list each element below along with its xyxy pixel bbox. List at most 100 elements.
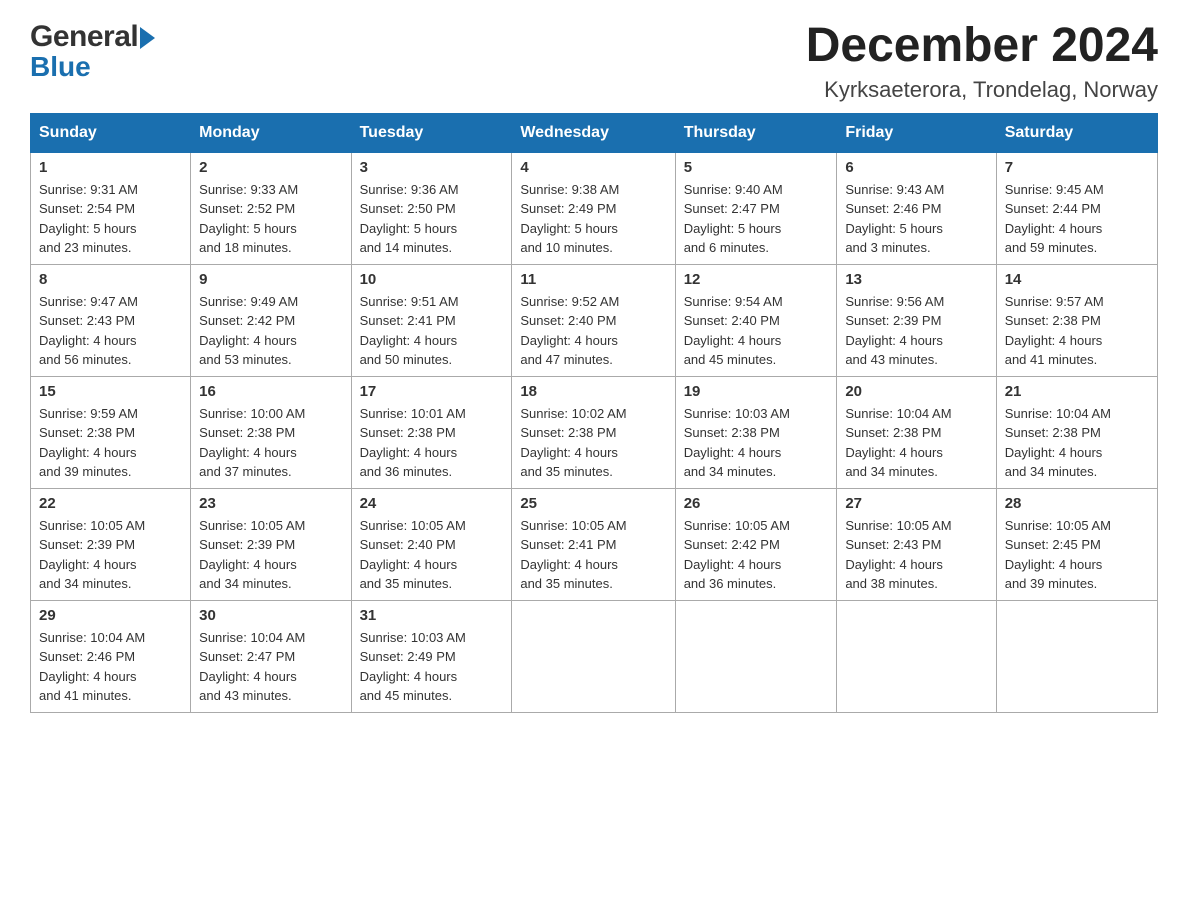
calendar-cell: 19 Sunrise: 10:03 AM Sunset: 2:38 PM Day… bbox=[675, 376, 837, 488]
sunrise-text: Sunrise: 10:03 AM bbox=[684, 406, 790, 421]
sunset-text: Sunset: 2:52 PM bbox=[199, 201, 295, 216]
daylight-text: Daylight: 4 hours bbox=[39, 557, 137, 572]
sunset-text: Sunset: 2:41 PM bbox=[360, 313, 456, 328]
sunset-text: Sunset: 2:42 PM bbox=[199, 313, 295, 328]
daylight-text: Daylight: 4 hours bbox=[360, 333, 458, 348]
sunset-text: Sunset: 2:38 PM bbox=[520, 425, 616, 440]
col-friday: Friday bbox=[837, 113, 996, 152]
day-number: 1 bbox=[39, 159, 182, 176]
day-number: 14 bbox=[1005, 271, 1149, 288]
sunset-text: Sunset: 2:38 PM bbox=[199, 425, 295, 440]
day-info: Sunrise: 9:38 AM Sunset: 2:49 PM Dayligh… bbox=[520, 180, 666, 258]
sunset-text: Sunset: 2:39 PM bbox=[845, 313, 941, 328]
day-info: Sunrise: 10:05 AM Sunset: 2:43 PM Daylig… bbox=[845, 516, 987, 594]
day-info: Sunrise: 10:05 AM Sunset: 2:45 PM Daylig… bbox=[1005, 516, 1149, 594]
sunset-text: Sunset: 2:38 PM bbox=[1005, 313, 1101, 328]
daylight-text: Daylight: 4 hours bbox=[845, 333, 943, 348]
calendar-cell: 28 Sunrise: 10:05 AM Sunset: 2:45 PM Day… bbox=[996, 488, 1157, 600]
daylight-text: Daylight: 5 hours bbox=[845, 221, 943, 236]
day-number: 16 bbox=[199, 383, 342, 400]
day-number: 8 bbox=[39, 271, 182, 288]
sunset-text: Sunset: 2:54 PM bbox=[39, 201, 135, 216]
sunrise-text: Sunrise: 10:05 AM bbox=[360, 518, 466, 533]
calendar-cell: 9 Sunrise: 9:49 AM Sunset: 2:42 PM Dayli… bbox=[191, 264, 351, 376]
sunrise-text: Sunrise: 9:31 AM bbox=[39, 182, 138, 197]
day-info: Sunrise: 9:43 AM Sunset: 2:46 PM Dayligh… bbox=[845, 180, 987, 258]
day-number: 21 bbox=[1005, 383, 1149, 400]
sunrise-text: Sunrise: 10:04 AM bbox=[199, 630, 305, 645]
daylight-text: Daylight: 4 hours bbox=[1005, 445, 1103, 460]
day-info: Sunrise: 10:05 AM Sunset: 2:39 PM Daylig… bbox=[199, 516, 342, 594]
day-number: 28 bbox=[1005, 495, 1149, 512]
day-info: Sunrise: 10:04 AM Sunset: 2:38 PM Daylig… bbox=[1005, 404, 1149, 482]
sunrise-text: Sunrise: 9:49 AM bbox=[199, 294, 298, 309]
calendar-cell: 6 Sunrise: 9:43 AM Sunset: 2:46 PM Dayli… bbox=[837, 152, 996, 264]
sunset-text: Sunset: 2:38 PM bbox=[684, 425, 780, 440]
daylight-text2: and 34 minutes. bbox=[1005, 464, 1098, 479]
week-row-2: 8 Sunrise: 9:47 AM Sunset: 2:43 PM Dayli… bbox=[31, 264, 1158, 376]
daylight-text2: and 36 minutes. bbox=[684, 576, 777, 591]
daylight-text2: and 45 minutes. bbox=[684, 352, 777, 367]
daylight-text: Daylight: 4 hours bbox=[684, 333, 782, 348]
calendar-cell: 5 Sunrise: 9:40 AM Sunset: 2:47 PM Dayli… bbox=[675, 152, 837, 264]
calendar-cell bbox=[512, 600, 675, 712]
week-row-5: 29 Sunrise: 10:04 AM Sunset: 2:46 PM Day… bbox=[31, 600, 1158, 712]
day-number: 18 bbox=[520, 383, 666, 400]
sunset-text: Sunset: 2:46 PM bbox=[39, 649, 135, 664]
calendar-cell: 16 Sunrise: 10:00 AM Sunset: 2:38 PM Day… bbox=[191, 376, 351, 488]
calendar-cell: 2 Sunrise: 9:33 AM Sunset: 2:52 PM Dayli… bbox=[191, 152, 351, 264]
calendar-cell: 23 Sunrise: 10:05 AM Sunset: 2:39 PM Day… bbox=[191, 488, 351, 600]
daylight-text2: and 14 minutes. bbox=[360, 240, 453, 255]
calendar-cell: 18 Sunrise: 10:02 AM Sunset: 2:38 PM Day… bbox=[512, 376, 675, 488]
day-number: 20 bbox=[845, 383, 987, 400]
calendar-cell bbox=[996, 600, 1157, 712]
calendar-cell: 12 Sunrise: 9:54 AM Sunset: 2:40 PM Dayl… bbox=[675, 264, 837, 376]
day-info: Sunrise: 9:57 AM Sunset: 2:38 PM Dayligh… bbox=[1005, 292, 1149, 370]
sunrise-text: Sunrise: 10:05 AM bbox=[39, 518, 145, 533]
day-number: 7 bbox=[1005, 159, 1149, 176]
sunrise-text: Sunrise: 10:05 AM bbox=[520, 518, 626, 533]
sunrise-text: Sunrise: 9:52 AM bbox=[520, 294, 619, 309]
daylight-text2: and 47 minutes. bbox=[520, 352, 613, 367]
day-number: 3 bbox=[360, 159, 504, 176]
week-row-1: 1 Sunrise: 9:31 AM Sunset: 2:54 PM Dayli… bbox=[31, 152, 1158, 264]
day-number: 5 bbox=[684, 159, 829, 176]
daylight-text: Daylight: 4 hours bbox=[520, 445, 618, 460]
daylight-text2: and 41 minutes. bbox=[1005, 352, 1098, 367]
day-info: Sunrise: 10:05 AM Sunset: 2:40 PM Daylig… bbox=[360, 516, 504, 594]
calendar-cell: 15 Sunrise: 9:59 AM Sunset: 2:38 PM Dayl… bbox=[31, 376, 191, 488]
sunrise-text: Sunrise: 10:00 AM bbox=[199, 406, 305, 421]
day-number: 29 bbox=[39, 607, 182, 624]
day-number: 23 bbox=[199, 495, 342, 512]
sunset-text: Sunset: 2:40 PM bbox=[684, 313, 780, 328]
daylight-text: Daylight: 4 hours bbox=[1005, 557, 1103, 572]
day-info: Sunrise: 10:05 AM Sunset: 2:42 PM Daylig… bbox=[684, 516, 829, 594]
day-info: Sunrise: 10:00 AM Sunset: 2:38 PM Daylig… bbox=[199, 404, 342, 482]
col-monday: Monday bbox=[191, 113, 351, 152]
daylight-text2: and 43 minutes. bbox=[199, 688, 292, 703]
day-number: 24 bbox=[360, 495, 504, 512]
sunset-text: Sunset: 2:47 PM bbox=[684, 201, 780, 216]
calendar-cell: 30 Sunrise: 10:04 AM Sunset: 2:47 PM Day… bbox=[191, 600, 351, 712]
sunrise-text: Sunrise: 9:51 AM bbox=[360, 294, 459, 309]
day-info: Sunrise: 10:02 AM Sunset: 2:38 PM Daylig… bbox=[520, 404, 666, 482]
daylight-text2: and 56 minutes. bbox=[39, 352, 132, 367]
daylight-text: Daylight: 4 hours bbox=[39, 669, 137, 684]
day-number: 19 bbox=[684, 383, 829, 400]
daylight-text2: and 50 minutes. bbox=[360, 352, 453, 367]
day-info: Sunrise: 10:04 AM Sunset: 2:38 PM Daylig… bbox=[845, 404, 987, 482]
sunset-text: Sunset: 2:49 PM bbox=[520, 201, 616, 216]
daylight-text2: and 35 minutes. bbox=[520, 576, 613, 591]
daylight-text: Daylight: 4 hours bbox=[1005, 221, 1103, 236]
sunset-text: Sunset: 2:38 PM bbox=[360, 425, 456, 440]
daylight-text2: and 3 minutes. bbox=[845, 240, 930, 255]
sunset-text: Sunset: 2:42 PM bbox=[684, 537, 780, 552]
calendar-cell: 8 Sunrise: 9:47 AM Sunset: 2:43 PM Dayli… bbox=[31, 264, 191, 376]
day-info: Sunrise: 9:59 AM Sunset: 2:38 PM Dayligh… bbox=[39, 404, 182, 482]
sunset-text: Sunset: 2:43 PM bbox=[39, 313, 135, 328]
day-number: 6 bbox=[845, 159, 987, 176]
daylight-text: Daylight: 4 hours bbox=[845, 445, 943, 460]
day-info: Sunrise: 9:49 AM Sunset: 2:42 PM Dayligh… bbox=[199, 292, 342, 370]
daylight-text2: and 34 minutes. bbox=[845, 464, 938, 479]
sunset-text: Sunset: 2:47 PM bbox=[199, 649, 295, 664]
